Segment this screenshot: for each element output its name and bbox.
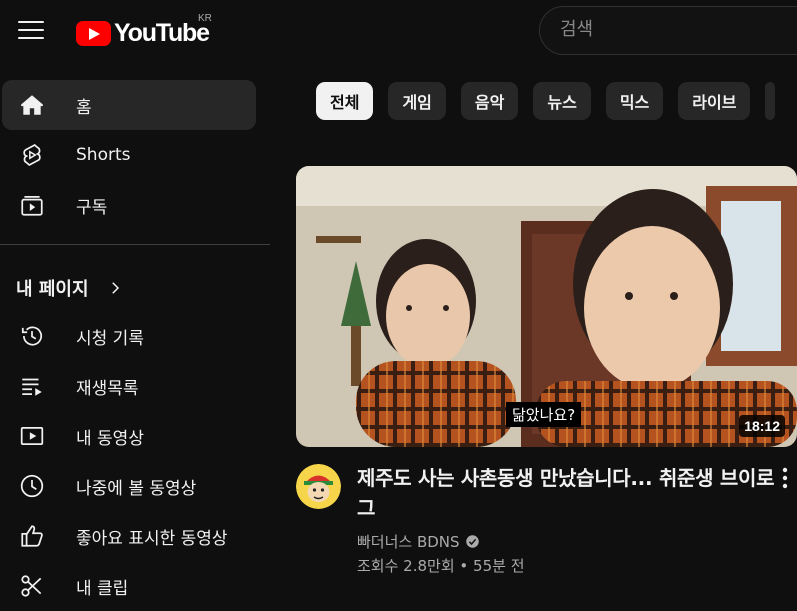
chip-news[interactable]: 뉴스 xyxy=(533,82,591,120)
region-code: KR xyxy=(198,13,212,24)
sidebar-item-label: 재생목록 xyxy=(76,378,139,399)
chip-next-partial[interactable] xyxy=(765,82,776,120)
sidebar-item-shorts[interactable]: Shorts xyxy=(2,130,256,180)
chevron-right-icon xyxy=(112,282,120,294)
thumbnail-caption: 닮았나요? xyxy=(506,402,582,427)
video-title[interactable]: 제주도 사는 사촌동생 만났습니다... 취준생 브이로그 xyxy=(357,463,777,523)
section-title: 내 페이지 xyxy=(16,279,89,300)
sidebar-item-label: 구독 xyxy=(76,197,108,218)
watch-later-icon xyxy=(19,473,45,499)
chip-gaming[interactable]: 게임 xyxy=(388,82,446,120)
channel-name[interactable]: 빠더너스 BDNS xyxy=(357,531,460,552)
chip-all[interactable]: 전체 xyxy=(316,82,374,120)
filter-chip-bar: 전체 게임 음악 뉴스 믹스 라이브 xyxy=(316,82,776,120)
home-icon xyxy=(19,92,45,118)
sidebar: 홈 Shorts 구독 내 페이지 시청 기록 재생목록 내 동영상 나중에 볼… xyxy=(0,80,272,611)
video-card[interactable]: 닮았나요? 18:12 제주도 사는 사촌동생 만났습니다... 취준생 브이로… xyxy=(296,166,797,587)
sidebar-item-label: 좋아요 표시한 동영상 xyxy=(76,528,228,549)
sidebar-item-label: 나중에 볼 동영상 xyxy=(76,478,197,499)
more-options-icon[interactable] xyxy=(782,467,788,489)
search-box[interactable] xyxy=(539,6,797,55)
history-icon xyxy=(19,323,45,349)
sidebar-divider xyxy=(0,244,270,245)
sidebar-item-playlists[interactable]: 재생목록 xyxy=(2,361,256,411)
chip-mix[interactable]: 믹스 xyxy=(605,82,664,120)
sidebar-item-watch-later[interactable]: 나중에 볼 동영상 xyxy=(2,461,256,511)
youtube-logo[interactable]: YouTube xyxy=(76,19,210,48)
video-thumbnail[interactable]: 닮았나요? 18:12 xyxy=(296,166,797,447)
channel-row: 빠더너스 BDNS xyxy=(357,531,480,552)
subscriptions-icon xyxy=(19,192,45,218)
playlists-icon xyxy=(19,373,45,399)
video-stats: 조회수 2.8만회 • 55분 전 xyxy=(357,555,525,576)
sidebar-item-label: 내 클립 xyxy=(76,578,129,599)
video-meta: 제주도 사는 사촌동생 만났습니다... 취준생 브이로그 빠더너스 BDNS … xyxy=(296,447,797,587)
sidebar-item-your-videos[interactable]: 내 동영상 xyxy=(2,411,256,461)
sidebar-item-label: 시청 기록 xyxy=(76,328,144,349)
your-videos-icon xyxy=(19,423,45,449)
top-bar: YouTube KR xyxy=(0,0,797,60)
menu-icon[interactable] xyxy=(18,21,44,41)
upload-age: 55분 전 xyxy=(473,557,525,575)
sidebar-item-subscriptions[interactable]: 구독 xyxy=(2,180,256,230)
view-count: 조회수 2.8만회 xyxy=(357,557,455,575)
sidebar-item-label: Shorts xyxy=(76,145,131,165)
stats-separator: • xyxy=(459,557,469,575)
clips-icon xyxy=(19,573,45,599)
section-you[interactable]: 내 페이지 xyxy=(0,265,272,311)
sidebar-item-clips[interactable]: 내 클립 xyxy=(2,561,256,611)
chip-music[interactable]: 음악 xyxy=(460,82,519,120)
search-input[interactable] xyxy=(560,19,797,40)
channel-avatar[interactable] xyxy=(296,464,341,509)
sidebar-item-label: 내 동영상 xyxy=(76,428,144,449)
verified-badge-icon xyxy=(465,535,479,548)
chip-live[interactable]: 라이브 xyxy=(678,82,751,120)
shorts-icon xyxy=(19,142,45,168)
youtube-play-icon xyxy=(76,21,111,46)
sidebar-item-label: 홈 xyxy=(76,97,92,118)
sidebar-item-liked-videos[interactable]: 좋아요 표시한 동영상 xyxy=(2,511,256,561)
sidebar-item-home[interactable]: 홈 xyxy=(2,80,256,130)
sidebar-item-history[interactable]: 시청 기록 xyxy=(2,311,256,361)
duration-badge: 18:12 xyxy=(739,415,785,437)
liked-videos-icon xyxy=(19,523,45,549)
logo-text: YouTube xyxy=(114,19,210,47)
